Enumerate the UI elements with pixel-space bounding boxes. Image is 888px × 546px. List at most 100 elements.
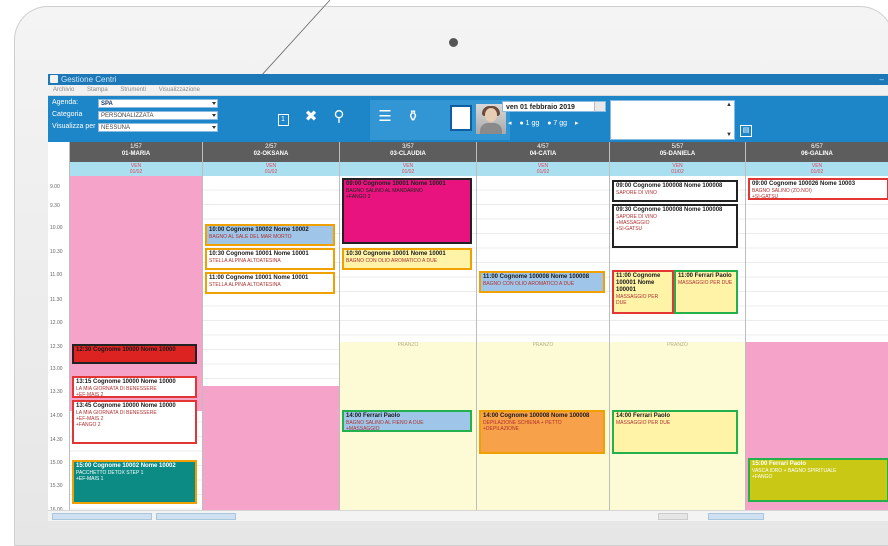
appointment[interactable]: 13:15 Cognome 10000 Nome 10000 LA MIA GIO… [72,376,197,398]
appointment[interactable]: 14:00 Ferrari Paolo BAGNO SALINO AL FIENO… [342,410,472,432]
appointment-title: 13:15 Cognome 10000 Nome 10000 [76,379,176,385]
menu-strumenti[interactable]: Strumenti [120,87,146,93]
app-icon [50,75,58,83]
appointment[interactable]: 11:00 Cognome 100008 Nome 100008 BAGNO CO… [479,271,605,293]
appointment[interactable]: 10:00 Cognome 10002 Nome 10002 BAGNO AL S… [205,224,335,246]
menu-archivio[interactable]: Archivio [53,87,74,93]
column-header: 1/57 01-MARIA [70,142,202,162]
appointment[interactable]: 15:00 Cognome 10002 Nome 10002 PACCHETTO … [72,460,197,504]
column-index: 1/57 [130,144,142,150]
appointment[interactable]: 14:00 Cognome 100008 Nome 100008 DEPILAZI… [479,410,605,454]
column-index: 4/57 [537,144,549,150]
appointment-extra: +FANGO 2 [346,194,371,200]
hour-label: 11.30 [50,297,63,303]
visualizza-value: NESSUNA [101,125,131,131]
lunch-label: PRANZO [532,342,554,348]
appointment-extra: +EF-MAIS 2 [76,392,104,398]
appointment-service: STELLA ALPINA ALTOATESINA [209,258,281,264]
photo-face [485,108,497,122]
brush-icon[interactable]: ⚲ [328,106,350,128]
chevron-down-icon [212,114,216,117]
column-name: 05-DANIELA [659,151,696,157]
hour-label: 10.00 [50,225,63,231]
status-button[interactable] [708,513,764,520]
lunch-label: PRANZO [667,342,688,348]
appointment-service: BAGNO CON OLIO AROMATICO A DUE [346,258,438,264]
appointment-title: 09:30 Cognome 100008 Nome 100008 [616,207,723,213]
appointment-title: 13:45 Cognome 10000 Nome 10000 [76,403,176,409]
notes-area[interactable]: ▲ ▼ [610,100,735,140]
appointment-title: 11:00 Cognome 10001 Nome 10001 [209,275,309,281]
status-field[interactable] [658,513,688,520]
appointment[interactable]: 09:30 Cognome 100008 Nome 100008 SAPORE D… [612,204,738,248]
calendar-day: 1 [277,114,289,126]
appointment[interactable]: 10:30 Cognome 10001 Nome 10001 STELLA ALP… [205,248,335,270]
toolbar-right [754,96,888,142]
nav-next-button[interactable]: ▸ [575,120,579,127]
appointment[interactable]: 09:00 Cognome 100008 Nome 100008 SAPORE D… [612,180,738,202]
appointment[interactable]: 09:00 Cognome 100026 Nome 10003 BAGNO SAL… [748,178,888,200]
money-bag-icon[interactable]: ⚱ [402,106,424,128]
window-title: Gestione Centri [61,75,117,84]
appointment[interactable]: 12:30 Cognome 10000 Nome 10000 [72,344,197,364]
appointment[interactable]: 11:00 Cognome 10001 Nome 10001 STELLA ALP… [205,272,335,294]
column-name: 06-GALINA [801,151,833,157]
hour-label: 12.00 [50,320,63,326]
tools-icon[interactable]: ✖ [300,106,322,128]
appointment[interactable]: 11:00 Cognome 100001 Nome 100001 MASSAGGI… [612,270,674,314]
agenda-select[interactable]: SPA [98,99,218,108]
column-name: 01-MARIA [121,151,151,157]
menu-stampa[interactable]: Stampa [87,87,108,93]
hour-label: 15.00 [50,460,63,466]
nav-prev-button[interactable]: ◂ [508,120,512,127]
date-picker[interactable]: ven 01 febbraio 2019 [502,101,606,112]
list-icon[interactable]: ☰ [374,106,396,128]
column-name: 03-CLAUDIA [390,151,426,157]
visualizza-label: Visualizza per [52,123,96,130]
scroll-down-icon[interactable]: ▼ [726,132,732,138]
date-dropdown-button[interactable] [594,102,605,111]
staff-column-catia: 4/57 04-CATIA VEN 01/02 PRANZO 11:00 Cogno… [476,142,609,521]
app-window: Gestione Centri – Archivio Stampa Strume… [48,74,888,521]
appointment[interactable]: 09:00 Cognome 10001 Nome 10001 BAGNO SALI… [342,178,472,244]
staff-column-daniela: 5/57 05-DANIELA VEN 01/02 PRANZO 09:00 Cog… [609,142,745,521]
view-1gg-radio[interactable]: ● 1 gg [519,120,539,127]
appointment[interactable]: 14:00 Ferrari Paolo MASSAGGIO PER DUE [612,410,738,454]
chevron-down-icon [212,102,216,105]
appointment[interactable]: 13:45 Cognome 10000 Nome 10000 LA MIA GIO… [72,400,197,444]
appointment-service: MASSAGGIO PER DUE [678,280,733,286]
chevron-down-icon [212,126,216,129]
categoria-value: PERSONALIZZATA [101,113,154,119]
column-index: 3/57 [402,144,414,150]
status-button[interactable] [52,513,152,520]
column-index: 2/57 [265,144,277,150]
appointment-extra: +EF-MAIS 1 [76,476,104,482]
view-7gg-radio[interactable]: ● 7 gg [547,120,567,127]
save-icon[interactable]: ▤ [740,125,752,137]
categoria-select[interactable]: PERSONALIZZATA [98,111,218,120]
hour-label: 12.30 [50,344,63,350]
appointment-title: 09:00 Cognome 10001 Nome 10001 [346,181,446,187]
calendar-icon[interactable]: 1 [272,106,294,128]
column-date: 01/02 [810,169,824,175]
appointment[interactable]: 10:30 Cognome 10001 Nome 10001 BAGNO CON … [342,248,472,270]
appointment-title: 15:00 Cognome 10002 Nome 10002 [76,463,176,469]
hour-label: 9.30 [50,203,60,209]
webcam-icon [449,38,458,47]
appointment[interactable]: 15:00 Ferrari Paolo VASCA IDRO + BAGNO SP… [748,458,888,502]
hour-label: 13.30 [50,389,63,395]
column-header: 2/57 02-OKSANA [203,142,339,162]
scroll-up-icon[interactable]: ▲ [726,102,732,108]
appointment[interactable]: 11:00 Ferrari Paolo MASSAGGIO PER DUE [674,270,738,314]
date-value: ven 01 febbraio 2019 [506,104,575,111]
minimize-button[interactable]: – [880,74,884,85]
appointment-extra: +SI-GATSU [616,226,643,232]
menu-visualizzazione[interactable]: Visualizzazione [159,87,200,93]
status-button[interactable] [156,513,236,520]
hour-label: 10.30 [50,249,63,255]
color-swatch[interactable] [450,105,472,131]
visualizza-select[interactable]: NESSUNA [98,123,218,132]
categoria-label: Categoria [52,111,83,118]
hour-label: 15.30 [50,483,63,489]
staff-column-maria: 1/57 01-MARIA VEN 01/02 12:30 Cognome 1000… [69,142,202,521]
